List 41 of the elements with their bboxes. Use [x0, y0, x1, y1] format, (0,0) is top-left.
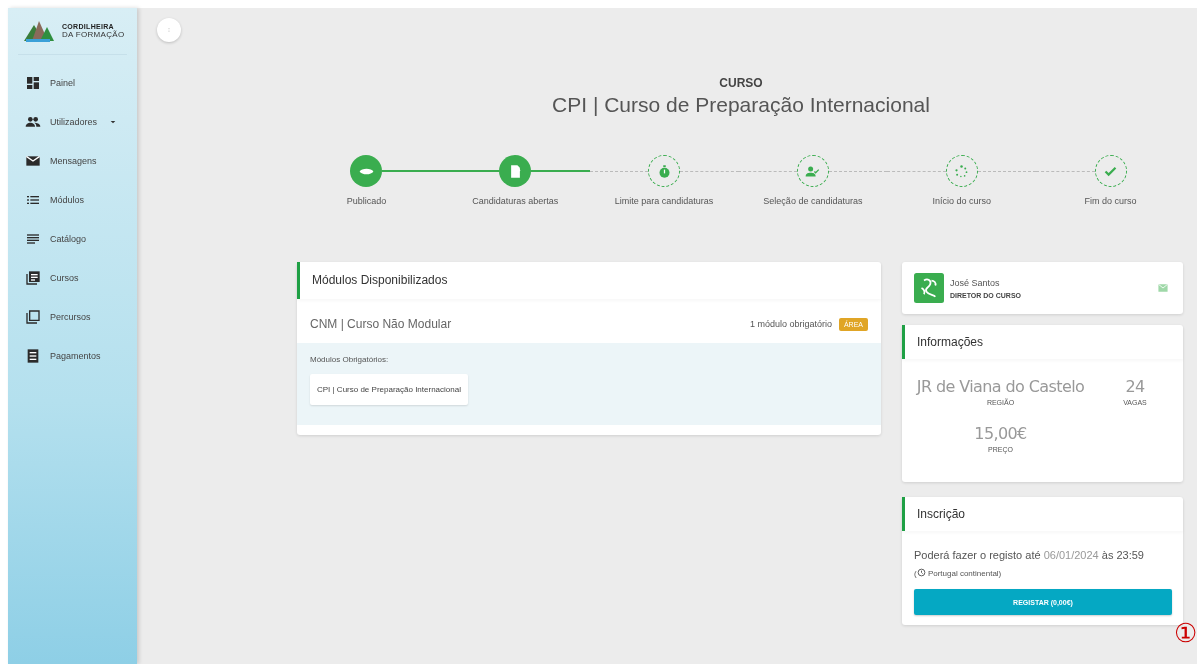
sidebar-item[interactable]: Cursos	[8, 258, 137, 297]
deadline-text: Poderá fazer o registo até 06/01/2024 às 23:59	[914, 549, 1144, 561]
step-label: Limite para candidaturas	[614, 196, 714, 206]
logo-subtitle: DA FORMAÇÃO	[62, 30, 125, 39]
sidebar-item[interactable]: Catálogo	[8, 219, 137, 258]
info-value: 24	[1125, 377, 1145, 396]
card-title: Informações	[902, 325, 1183, 359]
sidebar-item[interactable]: Módulos	[8, 180, 137, 219]
page-kicker: CURSO	[719, 76, 763, 90]
timezone-note: ( Portugal continental)	[914, 569, 1002, 578]
step-label: Fim do curso	[1084, 196, 1137, 206]
card-title: Inscrição	[902, 497, 1183, 531]
step-label: Publicado	[346, 196, 387, 206]
stacked-pages-icon	[25, 269, 41, 286]
step-label: Seleção de candidaturas	[763, 196, 863, 206]
info-value: JR de Viana do Castelo	[916, 377, 1085, 396]
module-chip[interactable]: CPI | Curso de Preparação Internacional	[310, 374, 468, 405]
clock-icon	[916, 568, 926, 577]
avatar-icon	[914, 273, 944, 303]
envelope-icon	[1157, 283, 1169, 293]
info-value: 15,00€	[974, 424, 1027, 443]
required-label: Módulos Obrigatórios:	[310, 355, 390, 364]
document-icon	[25, 347, 41, 364]
director-name: José Santos	[950, 277, 1001, 288]
step-label: Início do curso	[932, 196, 991, 206]
menu-button[interactable]	[157, 18, 181, 42]
sidebar-item[interactable]: Percursos	[8, 297, 137, 336]
dashboard-icon	[25, 74, 41, 91]
module-count: 1 módulo obrigatório	[749, 319, 832, 329]
step-label: Candidaturas abertas	[472, 196, 559, 206]
sidebar-item[interactable]: Mensagens	[8, 141, 137, 180]
page-title: CPI | Curso de Preparação Internacional	[552, 93, 930, 117]
group-name: CNM | Curso Não Modular	[310, 317, 452, 331]
annotation-marker: ①	[1174, 620, 1197, 646]
sidebar-item[interactable]: Utilizadores	[8, 102, 137, 141]
card-title: Módulos Disponibilizados	[297, 262, 881, 299]
sidebar-item[interactable]: Painel	[8, 63, 137, 102]
loading-dots-icon	[954, 163, 970, 179]
sidebar-item[interactable]: Pagamentos	[8, 336, 137, 375]
message-button[interactable]	[1157, 283, 1169, 293]
stacked-squares-icon	[25, 308, 41, 325]
